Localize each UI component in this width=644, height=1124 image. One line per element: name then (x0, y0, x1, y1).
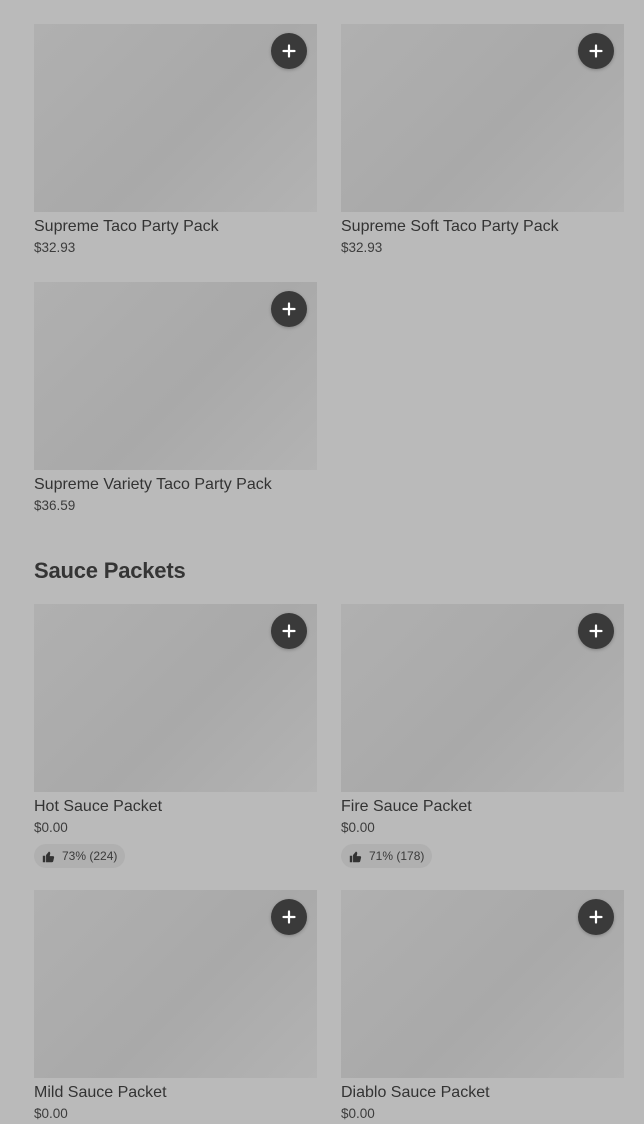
item-image[interactable] (34, 604, 317, 792)
item-image[interactable] (341, 890, 624, 1078)
plus-icon (589, 624, 603, 638)
item-price: $32.93 (341, 240, 383, 255)
item-name[interactable]: Supreme Soft Taco Party Pack (341, 217, 624, 237)
rating-text: 73% (224) (62, 849, 118, 863)
section-title: Sauce Packets (34, 558, 186, 583)
rating-badge: 71% (178) (341, 844, 433, 868)
item-name[interactable]: Diablo Sauce Packet (341, 1083, 624, 1103)
menu-item-card[interactable]: Fire Sauce Packet $0.00 71% (178) (341, 604, 624, 868)
item-image[interactable] (341, 24, 624, 212)
plus-icon (589, 44, 603, 58)
item-name[interactable]: Mild Sauce Packet (34, 1083, 317, 1103)
menu-item-card[interactable]: Supreme Variety Taco Party Pack $36.59 (34, 282, 317, 515)
add-to-cart-button[interactable] (578, 899, 614, 935)
plus-icon (282, 302, 296, 316)
plus-icon (282, 910, 296, 924)
item-price: $0.00 (341, 820, 375, 835)
add-to-cart-button[interactable] (271, 291, 307, 327)
thumbs-up-icon (42, 850, 55, 862)
add-to-cart-button[interactable] (578, 33, 614, 69)
item-price: $36.59 (34, 498, 76, 513)
item-image[interactable] (34, 282, 317, 470)
item-image[interactable] (341, 604, 624, 792)
item-name[interactable]: Supreme Variety Taco Party Pack (34, 475, 317, 495)
menu-item-card[interactable]: Supreme Taco Party Pack $32.93 (34, 24, 317, 257)
menu-item-card[interactable]: Mild Sauce Packet $0.00 (34, 890, 317, 1123)
item-name[interactable]: Supreme Taco Party Pack (34, 217, 317, 237)
item-price: $32.93 (34, 240, 76, 255)
thumbs-up-icon (349, 850, 362, 862)
item-image[interactable] (34, 24, 317, 212)
item-name[interactable]: Fire Sauce Packet (341, 797, 624, 817)
add-to-cart-button[interactable] (271, 899, 307, 935)
rating-text: 71% (178) (369, 849, 425, 863)
menu-item-card[interactable]: Supreme Soft Taco Party Pack $32.93 (341, 24, 624, 257)
item-image[interactable] (34, 890, 317, 1078)
menu-item-card[interactable]: Diablo Sauce Packet $0.00 (341, 890, 624, 1123)
add-to-cart-button[interactable] (271, 613, 307, 649)
plus-icon (589, 910, 603, 924)
item-price: $0.00 (34, 1106, 68, 1121)
add-to-cart-button[interactable] (271, 33, 307, 69)
item-name[interactable]: Hot Sauce Packet (34, 797, 317, 817)
rating-badge: 73% (224) (34, 844, 126, 868)
plus-icon (282, 624, 296, 638)
item-price: $0.00 (341, 1106, 375, 1121)
add-to-cart-button[interactable] (578, 613, 614, 649)
plus-icon (282, 44, 296, 58)
item-price: $0.00 (34, 820, 68, 835)
menu-item-card[interactable]: Hot Sauce Packet $0.00 73% (224) (34, 604, 317, 868)
